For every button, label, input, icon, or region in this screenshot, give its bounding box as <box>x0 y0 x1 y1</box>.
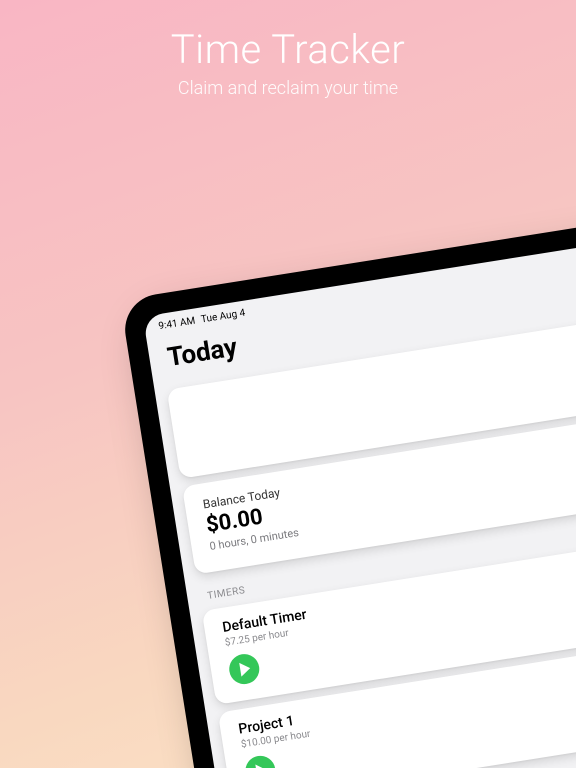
tablet-screen: 9:41 AM Tue Aug 4 Today Balance Today $0… <box>143 226 576 768</box>
promo-stage: Time Tracker Claim and reclaim your time… <box>0 0 576 768</box>
hero-subtitle: Claim and reclaim your time <box>0 78 576 99</box>
play-icon[interactable] <box>227 652 261 686</box>
balance-left: Balance Today $0.00 0 hours, 0 minutes <box>202 484 300 553</box>
play-icon[interactable] <box>243 754 277 768</box>
hero-title: Time Tracker <box>0 26 576 73</box>
tablet-frame: 9:41 AM Tue Aug 4 Today Balance Today $0… <box>120 203 576 768</box>
device-mockup: 9:41 AM Tue Aug 4 Today Balance Today $0… <box>120 203 576 768</box>
